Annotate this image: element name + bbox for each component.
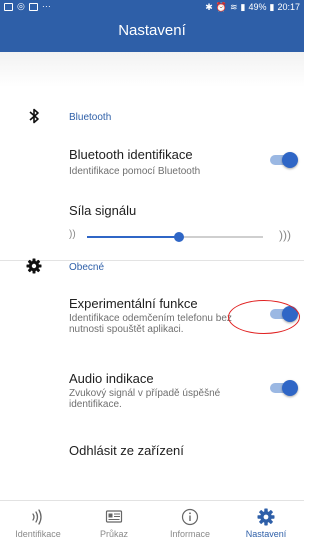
section-title-bluetooth: Bluetooth	[69, 112, 112, 123]
page-title: Nastavení	[118, 22, 186, 39]
bluetooth-status-icon: ✱	[205, 1, 213, 12]
nav-item-identifikace[interactable]: Identifikace	[0, 501, 76, 540]
signal-strength-title: Síla signálu	[69, 203, 137, 218]
toggle-thumb	[282, 152, 298, 168]
nav-item-prukaz[interactable]: Průkaz	[76, 501, 152, 540]
experimental-features-toggle[interactable]	[268, 306, 298, 322]
wifi-status-icon: ≋	[230, 1, 238, 12]
signal-strength-slider[interactable]: )) )))	[69, 227, 291, 247]
bluetooth-identification-subtitle: Identifikace pomocí Bluetooth	[69, 166, 201, 177]
status-bar: ◎ ··· ✱ ⏰ ≋ ▮ 49% ▮ 20:17	[0, 0, 304, 14]
battery-icon: ▮	[269, 1, 275, 12]
slider-thumb[interactable]	[173, 232, 184, 242]
nav-item-informace[interactable]: Informace	[152, 501, 228, 540]
nav-label: Nastavení	[245, 529, 287, 539]
section-divider	[0, 260, 304, 261]
slider-fill	[87, 236, 179, 238]
battery-percent: 49%	[248, 2, 267, 12]
logout-button[interactable]: Odhlásit ze zařízení	[69, 443, 184, 458]
toggle-thumb	[282, 380, 298, 396]
audio-indication-subtitle: Zvukový signál v případě úspěšné identif…	[69, 388, 221, 410]
app-bar-shadow	[0, 52, 304, 87]
gear-icon	[257, 508, 275, 526]
nav-label: Průkaz	[99, 529, 128, 539]
screen-notification-icon	[28, 2, 38, 11]
clock: 20:17	[277, 2, 300, 12]
signal-low-glyph: ))	[69, 229, 76, 240]
gallery-notification-icon	[4, 2, 13, 11]
more-notifications-icon: ···	[41, 1, 51, 11]
id-card-icon	[105, 510, 123, 523]
audio-indication-toggle[interactable]	[268, 380, 298, 396]
app-bar: Nastavení	[0, 14, 304, 52]
bluetooth-identification-title[interactable]: Bluetooth identifikace	[69, 147, 193, 162]
status-right-icons: ✱ ⏰ ≋ ▮ 49% ▮ 20:17	[205, 2, 300, 12]
experimental-features-title[interactable]: Experimentální funkce	[69, 296, 198, 311]
nav-label: Identifikace	[15, 529, 61, 539]
info-icon	[181, 508, 199, 526]
audio-indication-title[interactable]: Audio indikace	[69, 371, 154, 386]
toggle-thumb	[282, 306, 298, 322]
notification-icon: ◎	[17, 1, 25, 11]
experimental-features-subtitle: Identifikace odemčením telefonu bez nutn…	[69, 313, 232, 335]
nav-item-nastaveni[interactable]: Nastavení	[228, 501, 304, 540]
section-title-general: Obecné	[69, 262, 105, 273]
bluetooth-icon	[29, 108, 39, 124]
signal-status-icon: ▮	[240, 1, 246, 12]
nav-label: Informace	[169, 529, 211, 539]
gear-icon	[26, 258, 42, 274]
signal-high-glyph: )))	[279, 228, 291, 242]
status-left-icons: ◎ ···	[4, 2, 51, 11]
bluetooth-identification-toggle[interactable]	[268, 152, 298, 168]
alarm-status-icon: ⏰	[215, 1, 227, 12]
bottom-navigation: Identifikace Průkaz Informace Nastavení	[0, 500, 304, 540]
signal-waves-icon	[32, 509, 42, 525]
